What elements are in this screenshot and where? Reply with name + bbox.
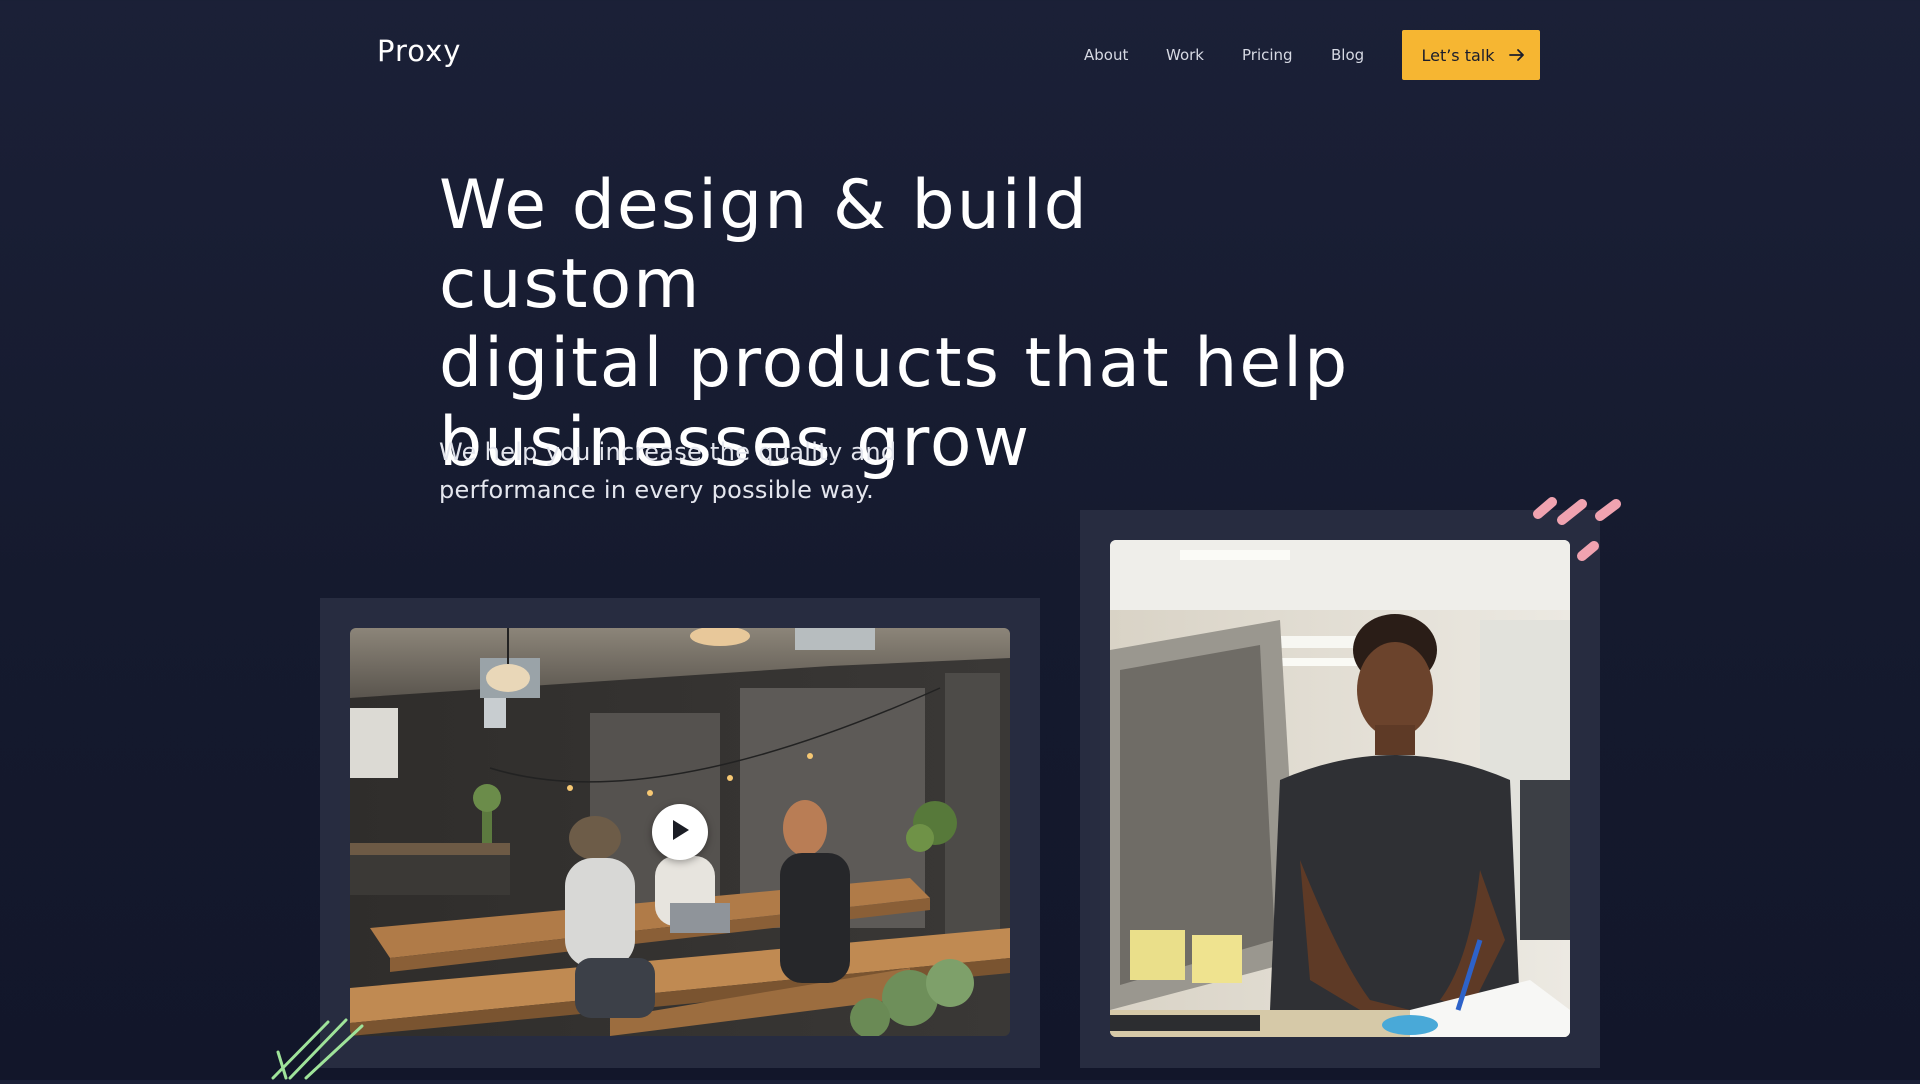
green-scribble-decoration	[268, 1012, 378, 1084]
lets-talk-label: Let’s talk	[1421, 45, 1495, 65]
hero-headline-line: We design & build custom	[439, 166, 1089, 324]
hero-headline-line: digital products that help	[439, 324, 1350, 403]
nav-link-pricing[interactable]: Pricing	[1242, 46, 1293, 64]
lets-talk-button[interactable]: Let’s talk	[1402, 30, 1540, 80]
nav-link-work[interactable]: Work	[1166, 46, 1204, 64]
nav-link-about[interactable]: About	[1084, 46, 1128, 64]
top-navigation: Proxy About Work Pricing Blog Let’s talk	[0, 0, 1920, 110]
pink-brush-strokes-decoration	[1530, 490, 1645, 569]
nav-link-blog[interactable]: Blog	[1331, 46, 1364, 64]
arrow-right-icon	[1508, 48, 1525, 62]
play-video-button[interactable]	[652, 804, 708, 860]
hero-subtitle-line: We help you increase the quality and	[439, 438, 897, 466]
brand-logo[interactable]: Proxy	[377, 34, 461, 68]
hero-subtitle: We help you increase the quality and per…	[439, 433, 919, 509]
play-icon	[669, 818, 691, 846]
hero-subtitle-line: performance in every possible way.	[439, 476, 875, 504]
man-writing-photo	[1110, 540, 1570, 1037]
